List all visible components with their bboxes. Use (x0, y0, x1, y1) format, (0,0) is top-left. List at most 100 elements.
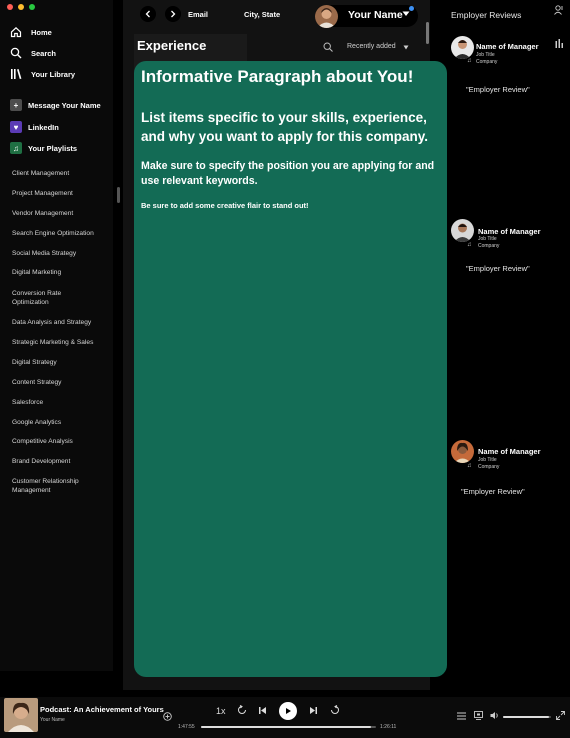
rewind-15-icon[interactable] (237, 705, 247, 715)
nav-search[interactable]: Search (10, 47, 56, 59)
location-text: City, State (244, 10, 281, 19)
zoom-window-button[interactable] (29, 4, 35, 10)
chevron-down-icon (402, 11, 410, 16)
avatar[interactable] (451, 219, 474, 242)
manager-name: Name of Manager (478, 227, 541, 236)
volume-slider[interactable] (503, 716, 551, 718)
skill-item[interactable]: Conversion Rate Optimization (12, 289, 92, 307)
volume-icon[interactable] (490, 711, 500, 720)
employer-review-text: "Employer Review" (461, 487, 525, 496)
library-item-playlists[interactable]: ♫ Your Playlists (10, 142, 77, 154)
search-icon[interactable] (323, 42, 333, 52)
track-title[interactable]: Podcast: An Achievement of Yours (40, 705, 164, 714)
skill-item[interactable]: Digital Strategy (12, 358, 112, 367)
skill-item[interactable]: Project Management (12, 189, 112, 198)
skill-item[interactable]: Vendor Management (12, 209, 112, 218)
library-item-playlists-label: Your Playlists (28, 143, 78, 153)
about-card: Informative Paragraph about You! List it… (134, 61, 447, 677)
skill-item[interactable]: Digital Marketing (12, 268, 112, 277)
stats-icon[interactable] (555, 39, 564, 48)
reviews-title: Employer Reviews (451, 10, 522, 20)
main-scrollbar[interactable] (426, 22, 429, 44)
skill-item[interactable]: Salesforce (12, 398, 112, 407)
about-paragraph: List items specific to your skills, expe… (141, 110, 429, 144)
skill-item[interactable]: Data Analysis and Strategy (12, 318, 112, 327)
manager-job-title: Job Title (478, 236, 497, 242)
nav-home[interactable]: Home (10, 26, 52, 38)
about-paragraph: Be sure to add some creative flair to st… (141, 201, 309, 210)
skill-item[interactable]: Content Strategy (12, 378, 112, 387)
library-item-linkedin-label: LinkedIn (28, 122, 59, 132)
remaining-time: 1:26:11 (380, 724, 397, 730)
back-button[interactable] (140, 6, 156, 22)
music-note-icon: ♫ (467, 463, 472, 469)
manager-avatar-image (451, 36, 474, 59)
playlist-icon: ♫ (10, 142, 22, 154)
about-heading: Informative Paragraph about You! (141, 67, 414, 86)
podcast-cover-image (4, 698, 38, 732)
sort-dropdown[interactable]: Recently added (347, 43, 396, 50)
about-paragraph: Make sure to specify the position you ar… (141, 160, 435, 187)
skill-item[interactable]: Competitive Analysis (12, 437, 112, 446)
play-button[interactable] (279, 702, 297, 720)
minimize-window-button[interactable] (18, 4, 24, 10)
nav-search-label: Search (31, 48, 57, 58)
library-title: Experience (137, 38, 207, 53)
next-icon[interactable] (309, 706, 318, 715)
library-icon (11, 69, 22, 79)
fullscreen-icon[interactable] (556, 711, 565, 720)
search-icon (10, 47, 22, 59)
skill-item[interactable]: Strategic Marketing & Sales (12, 338, 112, 347)
manager-name: Name of Manager (478, 447, 541, 456)
skill-item[interactable]: Client Management (12, 169, 112, 178)
home-icon (10, 26, 22, 38)
avatar[interactable] (315, 5, 338, 28)
manager-avatar-image (451, 219, 474, 242)
manager-job-title: Job Title (478, 457, 497, 463)
skill-item[interactable]: Brand Development (12, 457, 112, 466)
left-sidebar: Home Search Your Library + Message Your … (0, 0, 113, 671)
email-link[interactable]: Email (188, 10, 208, 19)
chevron-left-icon (145, 10, 150, 18)
library-item-linkedin[interactable]: ♥ LinkedIn (10, 121, 59, 133)
nav-home-label: Home (31, 27, 52, 37)
user-avatar-image (315, 5, 338, 28)
music-note-icon: ♫ (467, 242, 472, 248)
skill-item[interactable]: Social Media Strategy (12, 249, 112, 258)
progress-track[interactable] (201, 726, 376, 728)
heart-icon: ♥ (10, 121, 22, 133)
play-icon (286, 708, 291, 714)
previous-icon[interactable] (258, 706, 267, 715)
nav-library[interactable]: Your Library (10, 68, 75, 80)
chevron-down-icon[interactable] (403, 45, 409, 50)
track-artist[interactable]: Your Name (40, 717, 65, 723)
manager-company: Company (476, 59, 498, 65)
manager-avatar-image (451, 440, 474, 463)
manager-name: Name of Manager (476, 42, 539, 51)
forward-15-icon[interactable] (330, 705, 340, 715)
volume-fill (503, 716, 549, 718)
library-item-message-label: Message Your Name (28, 100, 101, 110)
manager-company: Company (478, 243, 500, 249)
skill-item[interactable]: Google Analytics (12, 418, 112, 427)
library-item-message[interactable]: + Message Your Name (10, 99, 101, 111)
forward-button[interactable] (165, 6, 181, 22)
close-window-button[interactable] (7, 4, 13, 10)
manager-job-title: Job Title (476, 52, 495, 58)
employer-review-text: "Employer Review" (466, 85, 530, 94)
add-circle-icon[interactable] (163, 712, 172, 721)
manager-company: Company (478, 464, 500, 470)
music-note-icon: ♫ (467, 58, 472, 64)
album-art[interactable] (4, 698, 38, 732)
sidebar-scrollbar[interactable] (117, 187, 120, 203)
friend-activity-icon[interactable] (554, 5, 564, 15)
skill-item[interactable]: Search Engine Optimization (12, 229, 112, 238)
nav-library-label: Your Library (31, 69, 76, 79)
skill-item[interactable]: Customer Relationship Management (12, 477, 104, 495)
user-name: Your Name (348, 9, 403, 21)
playback-speed-button[interactable]: 1x (216, 706, 226, 716)
connect-device-icon[interactable] (474, 711, 483, 720)
avatar[interactable] (451, 36, 474, 59)
avatar[interactable] (451, 440, 474, 463)
queue-icon[interactable] (457, 712, 466, 720)
